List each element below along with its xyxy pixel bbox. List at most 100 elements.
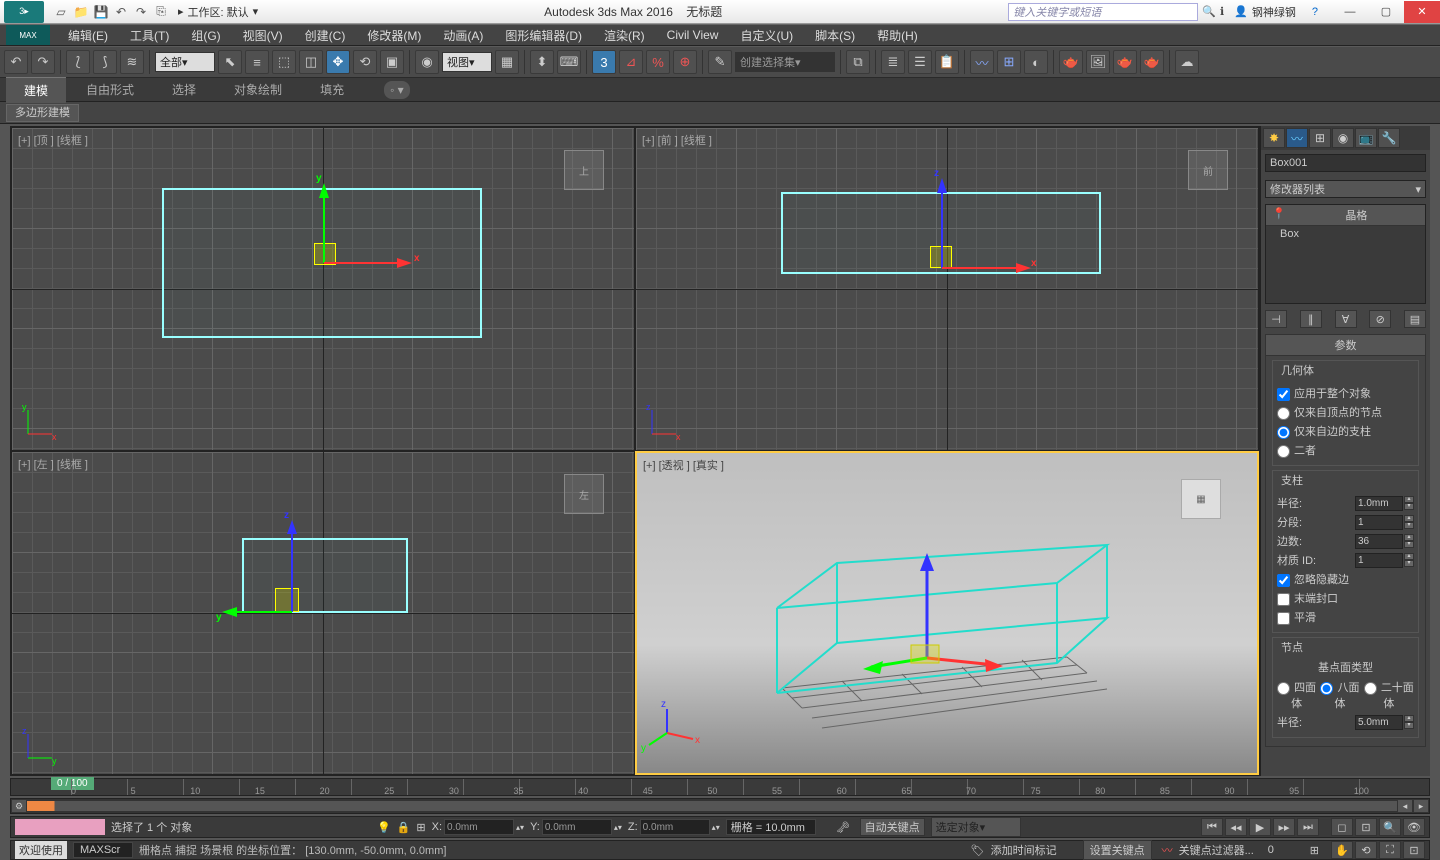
angle-snap-button[interactable]: ⊿ [619, 50, 643, 74]
viewcube[interactable]: ▦ [1171, 469, 1231, 529]
tab-create-icon[interactable]: ✸ [1263, 128, 1285, 148]
schematic-view-button[interactable]: ⊞ [997, 50, 1021, 74]
material-editor-button[interactable]: ◐ [1024, 50, 1048, 74]
close-button[interactable]: ✕ [1404, 1, 1440, 23]
rendered-frame-button[interactable]: 🖼 [1086, 50, 1110, 74]
workspace-selector[interactable]: ▸ 工作区: 默认 ▾ [178, 4, 258, 20]
qat-new-icon[interactable]: ▱ [52, 3, 70, 21]
percent-snap-button[interactable]: % [646, 50, 670, 74]
qat-redo-icon[interactable]: ↷ [132, 3, 150, 21]
radio-tetra[interactable]: 四面 体 [1277, 679, 1316, 711]
isolate-selection-icon[interactable]: ◻ [1331, 818, 1353, 836]
x-coord-input[interactable]: 0.0mm [444, 819, 514, 835]
edit-named-sel-button[interactable]: ✎ [708, 50, 732, 74]
modifier-list-dropdown[interactable]: 修改器列表▾ [1265, 180, 1426, 198]
radio-edge-struts[interactable]: 仅来自边的支柱 [1277, 423, 1371, 439]
help-icon[interactable]: ? [1312, 6, 1318, 18]
cb-whole-object[interactable]: 应用于整个对象 [1277, 385, 1371, 401]
zoom-extents-icon[interactable]: ⊡ [1355, 818, 1377, 836]
radio-octa[interactable]: 八面 体 [1320, 679, 1359, 711]
maximize-button[interactable]: ▢ [1368, 1, 1404, 23]
ribbon-poly-modeling[interactable]: 多边形建模 [6, 104, 79, 122]
viewcube[interactable]: 左 [554, 464, 614, 524]
qat-open-icon[interactable]: 📁 [72, 3, 90, 21]
key-mode-icon[interactable]: 🗝 [836, 821, 850, 834]
zoom-icon[interactable]: 🔍 [1379, 818, 1401, 836]
pan-view-icon[interactable]: ✋ [1331, 841, 1353, 859]
signin-icon[interactable]: ℹ [1220, 5, 1224, 18]
selection-lock-icon[interactable]: 🔒 [397, 821, 411, 834]
show-end-result-icon[interactable]: ∥ [1300, 310, 1322, 328]
radio-vertex-joints[interactable]: 仅来自顶点的节点 [1277, 404, 1382, 420]
tab-modify-icon[interactable]: 〰 [1286, 128, 1308, 148]
render-setup-button[interactable]: 🫖 [1059, 50, 1083, 74]
viewport-perspective[interactable]: [+] [透视 ] [真实 ] [635, 451, 1259, 775]
selection-filter-dropdown[interactable]: 全部 ▾ [155, 52, 215, 72]
select-region-button[interactable]: ⬚ [272, 50, 296, 74]
track-bar[interactable]: ⚙ ◂ ▸ [10, 798, 1430, 814]
strut-sides-spinner[interactable]: ▴▾ [1355, 534, 1414, 549]
next-frame-button[interactable]: ▸▸ [1273, 818, 1295, 836]
tab-hierarchy-icon[interactable]: ⊞ [1309, 128, 1331, 148]
zoom-region-icon[interactable]: ⊡ [1403, 841, 1425, 859]
key-filter-dropdown[interactable]: 选定对象 ▾ [931, 817, 1021, 837]
current-frame-input[interactable]: 0 [1268, 844, 1304, 856]
maxscript-listener[interactable]: MAXScr [73, 842, 133, 858]
joint-radius-spinner[interactable]: ▴▾ [1355, 715, 1414, 730]
menu-views[interactable]: 视图(V) [233, 24, 293, 47]
ribbon-tab-modeling[interactable]: 建模 [6, 77, 66, 103]
window-crossing-button[interactable]: ◫ [299, 50, 323, 74]
radio-icosa[interactable]: 二十面 体 [1364, 679, 1414, 711]
menu-rendering[interactable]: 渲染(R) [594, 24, 655, 47]
goto-start-button[interactable]: ⏮ [1201, 818, 1223, 836]
viewport-label-top[interactable]: [+] [顶 ] [线框 ] [18, 132, 88, 148]
use-pivot-button[interactable]: ▦ [495, 50, 519, 74]
strut-matid-spinner[interactable]: ▴▾ [1355, 553, 1414, 568]
menu-animation[interactable]: 动画(A) [433, 24, 493, 47]
menu-graph-editors[interactable]: 图形编辑器(D) [495, 24, 592, 47]
stack-item-box[interactable]: Box [1266, 226, 1425, 242]
select-manipulate-button[interactable]: ⬍ [530, 50, 554, 74]
user-account[interactable]: 👤 钢神绿钢 [1234, 4, 1296, 20]
viewcube[interactable]: 前 [1178, 140, 1238, 200]
stack-pin-icon[interactable]: 📍 [1272, 207, 1286, 223]
snap-toggle-button[interactable]: 3 [592, 50, 616, 74]
keyboard-shortcut-button[interactable]: ⌨ [557, 50, 581, 74]
configure-sets-icon[interactable]: ▤ [1404, 310, 1426, 328]
ref-coord-icon[interactable]: ◉ [415, 50, 439, 74]
viewport-left[interactable]: [+] [左 ] [线框 ] z y 左 zy [11, 451, 635, 775]
search-icon[interactable]: 🔍 [1202, 5, 1216, 18]
y-coord-input[interactable]: 0.0mm [542, 819, 612, 835]
ribbon-tab-object-paint[interactable]: 对象绘制 [216, 77, 300, 102]
track-config-icon[interactable]: ⚙ [11, 799, 27, 813]
menu-create[interactable]: 创建(C) [295, 24, 356, 47]
named-selection-dropdown[interactable]: 创建选择集 ▾ [735, 52, 835, 72]
link-button[interactable]: ⟅ [66, 50, 90, 74]
maximize-viewport-icon[interactable]: ⛶ [1379, 841, 1401, 859]
track-scroll-left[interactable]: ◂ [1397, 799, 1413, 813]
menu-group[interactable]: 组(G) [181, 24, 230, 47]
strut-radius-spinner[interactable]: ▴▾ [1355, 496, 1414, 511]
tab-display-icon[interactable]: 📺 [1355, 128, 1377, 148]
menu-civil-view[interactable]: Civil View [657, 25, 729, 45]
strut-segments-spinner[interactable]: ▴▾ [1355, 515, 1414, 530]
menu-modifiers[interactable]: 修改器(M) [357, 24, 431, 47]
render-in-cloud-button[interactable]: ☁ [1175, 50, 1199, 74]
spinner-snap-button[interactable]: ⊕ [673, 50, 697, 74]
ribbon-tab-populate[interactable]: 填充 [302, 77, 362, 102]
menu-maxscript[interactable]: 脚本(S) [805, 24, 865, 47]
viewport-front[interactable]: [+] [前 ] [线框 ] z x 前 zx [635, 127, 1259, 451]
mirror-button[interactable]: ⧉ [846, 50, 870, 74]
make-unique-icon[interactable]: ∀ [1335, 310, 1357, 328]
gizmo[interactable] [930, 246, 952, 268]
cb-end-caps[interactable]: 末端封口 [1277, 590, 1338, 606]
select-move-button[interactable]: ✥ [326, 50, 350, 74]
viewport-top[interactable]: [+] [顶 ] [线框 ] y x 上 yx [11, 127, 635, 451]
unlink-button[interactable]: ⟆ [93, 50, 117, 74]
add-time-tag-button[interactable]: 添加时间标记 [991, 842, 1057, 858]
lock-icon[interactable]: 💡 [377, 821, 391, 834]
remove-modifier-icon[interactable]: ⊘ [1369, 310, 1391, 328]
orbit-icon[interactable]: ⟲ [1355, 841, 1377, 859]
time-tag-icon[interactable]: 🏷 [971, 844, 985, 857]
undo-button[interactable]: ↶ [4, 50, 28, 74]
